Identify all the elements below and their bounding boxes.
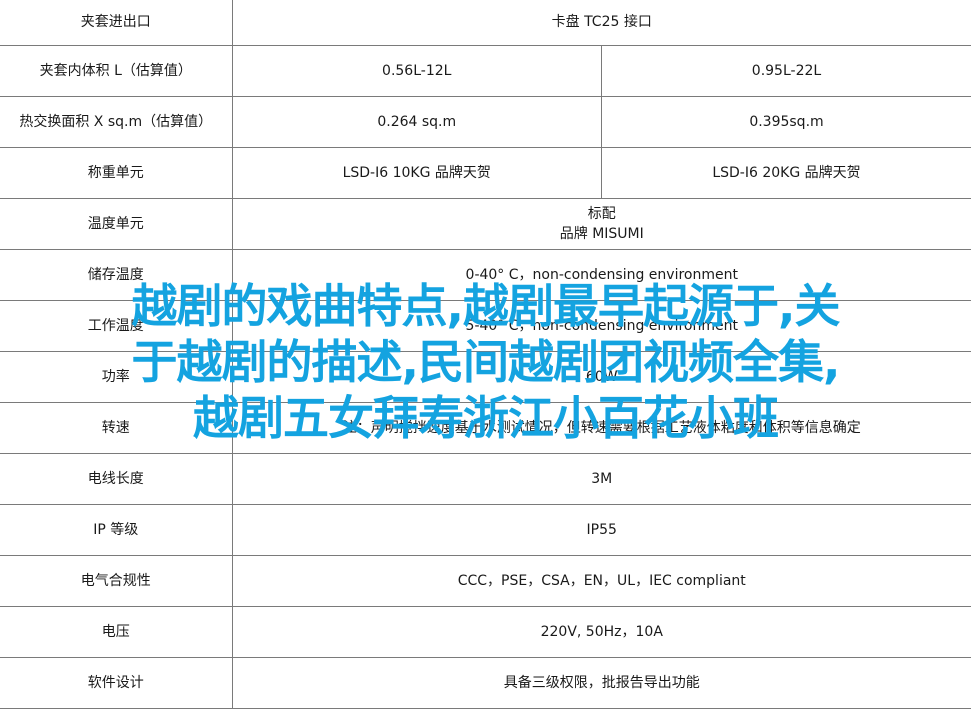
row-label: 储存温度: [0, 249, 233, 301]
table-row: 电气合规性 CCC，PSE，CSA，EN，UL，IEC compliant: [0, 555, 971, 607]
table-row: 工作温度 5-40° C，non-condensing environment: [0, 300, 971, 352]
row-value: 标配 品牌 MISUMI: [232, 198, 971, 250]
row-label: 电线长度: [0, 453, 233, 505]
table-row: 电压 220V, 50Hz，10A: [0, 606, 971, 658]
row-value: 5-40° C，non-condensing environment: [232, 300, 971, 352]
row-value: 60W: [232, 351, 971, 403]
row-label: 夹套进出口: [0, 0, 233, 46]
row-value-large: 0.395sq.m: [601, 96, 971, 148]
table-row: 功率 60W: [0, 351, 971, 403]
row-label: 电压: [0, 606, 233, 658]
spec-table: 夹套进出口 卡盘 TC25 接口 夹套内体积 L（估算值） 0.56L-12L …: [0, 0, 971, 709]
row-value: CCC，PSE，CSA，EN，UL，IEC compliant: [232, 555, 971, 607]
table-row: 称重单元 LSD-I6 10KG 品牌天贺 LSD-I6 20KG 品牌天贺: [0, 147, 971, 199]
row-label: 电气合规性: [0, 555, 233, 607]
row-value-small: 0.56L-12L: [232, 45, 602, 97]
row-label: 夹套内体积 L（估算值）: [0, 45, 233, 97]
row-label: 工作温度: [0, 300, 233, 352]
row-label: 软件设计: [0, 657, 233, 709]
row-value-small: LSD-I6 10KG 品牌天贺: [232, 147, 602, 199]
table-row: 储存温度 0-40° C，non-condensing environment: [0, 249, 971, 301]
row-value: 220V, 50Hz，10A: [232, 606, 971, 658]
row-value: 注：声明搅拌速度基于水测试情况，但转速需要根据工艺液体粘度和体积等信息确定: [232, 402, 971, 454]
row-value-small: 0.264 sq.m: [232, 96, 602, 148]
row-label: 称重单元: [0, 147, 233, 199]
row-value-large: LSD-I6 20KG 品牌天贺: [601, 147, 971, 199]
row-label: IP 等级: [0, 504, 233, 556]
row-value: IP55: [232, 504, 971, 556]
value-line: 标配: [587, 205, 616, 222]
row-value: 卡盘 TC25 接口: [232, 0, 971, 46]
table-row: 温度单元 标配 品牌 MISUMI: [0, 198, 971, 250]
row-value: 3M: [232, 453, 971, 505]
row-label: 转速: [0, 402, 233, 454]
value-line: 品牌 MISUMI: [559, 225, 644, 242]
table-row: 软件设计 具备三级权限，批报告导出功能: [0, 657, 971, 709]
row-label: 功率: [0, 351, 233, 403]
row-value: 具备三级权限，批报告导出功能: [232, 657, 971, 709]
row-value: 0-40° C，non-condensing environment: [232, 249, 971, 301]
table-row: 电线长度 3M: [0, 453, 971, 505]
table-row: 转速 注：声明搅拌速度基于水测试情况，但转速需要根据工艺液体粘度和体积等信息确定: [0, 402, 971, 454]
table-row: 热交换面积 X sq.m（估算值） 0.264 sq.m 0.395sq.m: [0, 96, 971, 148]
table-row: IP 等级 IP55: [0, 504, 971, 556]
row-label: 热交换面积 X sq.m（估算值）: [0, 96, 233, 148]
table-row: 夹套进出口 卡盘 TC25 接口: [0, 0, 971, 46]
table-row: 夹套内体积 L（估算值） 0.56L-12L 0.95L-22L: [0, 45, 971, 97]
row-label: 温度单元: [0, 198, 233, 250]
row-value-large: 0.95L-22L: [601, 45, 971, 97]
